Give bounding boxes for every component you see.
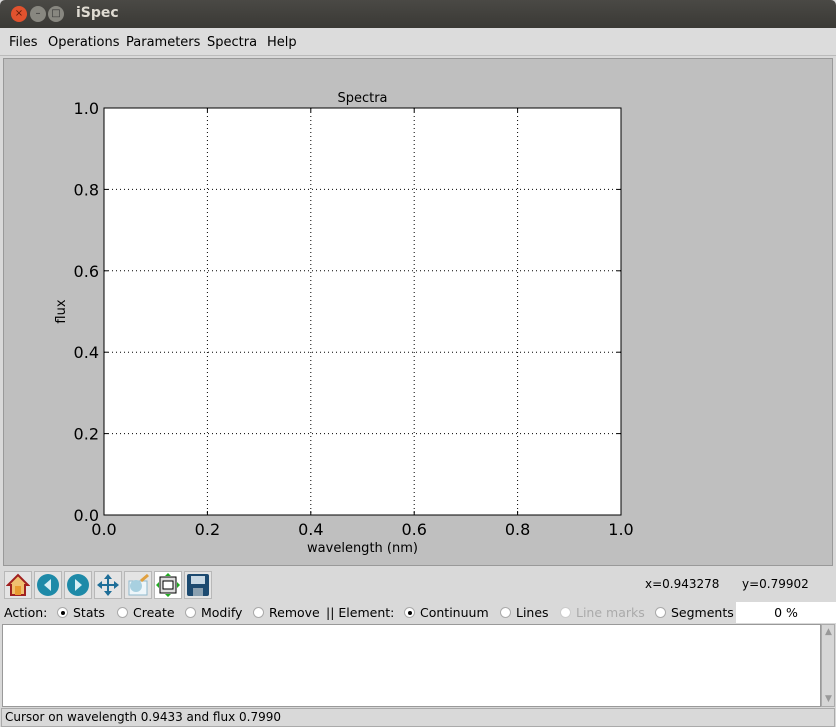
back-button[interactable]: [34, 571, 62, 599]
radio-remove[interactable]: [253, 607, 264, 618]
y-tick-label: 0.4: [74, 343, 99, 362]
x-tick-label: 1.0: [608, 520, 633, 539]
radio-modify[interactable]: [185, 607, 196, 618]
radio-stats[interactable]: [57, 607, 68, 618]
y-tick-label: 0.8: [74, 180, 99, 199]
radio-stats-label[interactable]: Stats: [73, 605, 105, 620]
radio-lines-label[interactable]: Lines: [516, 605, 549, 620]
home-button[interactable]: [4, 571, 32, 599]
menu-bar: Files Operations Parameters Spectra Help: [0, 28, 836, 56]
home-icon: [6, 573, 30, 596]
radio-create-label[interactable]: Create: [133, 605, 175, 620]
menu-parameters[interactable]: Parameters: [126, 35, 200, 50]
pan-icon: [97, 574, 119, 596]
radio-continuum-label[interactable]: Continuum: [420, 605, 489, 620]
forward-icon: [67, 574, 89, 596]
progress-indicator: 0 %: [736, 602, 836, 623]
y-tick-label: 0.6: [74, 262, 99, 281]
x-tick-label: 0.6: [401, 520, 426, 539]
plot-canvas[interactable]: 0.0 0.2 0.4 0.6 0.8 1.0 0.0 0.2 0.4 0.6 0.8 1.0 Spe…: [3, 58, 833, 566]
x-tick-label: 0.2: [195, 520, 220, 539]
close-button[interactable]: ×: [11, 6, 27, 22]
x-axis-label: wavelength (nm): [307, 541, 418, 556]
subplots-button[interactable]: [154, 571, 182, 599]
zoom-button[interactable]: [124, 571, 152, 599]
radio-lines[interactable]: [500, 607, 511, 618]
y-axis-label: flux: [54, 299, 69, 323]
window-title: iSpec: [76, 5, 119, 21]
minimize-button[interactable]: –: [30, 6, 46, 22]
cursor-x-readout: x=0.943278: [645, 577, 720, 591]
scroll-up-icon[interactable]: ▲: [823, 626, 834, 638]
action-row: Action: Stats Create Modify Remove || El…: [0, 602, 836, 623]
y-tick-label: 0.2: [74, 425, 99, 444]
chart-title: Spectra: [337, 91, 387, 106]
menu-operations[interactable]: Operations: [48, 35, 119, 50]
pan-button[interactable]: [94, 571, 122, 599]
radio-segments[interactable]: [655, 607, 666, 618]
save-icon: [187, 574, 209, 596]
log-scrollbar[interactable]: ▲ ▼: [821, 624, 835, 707]
status-bar: Cursor on wavelength 0.9433 and flux 0.7…: [1, 708, 835, 727]
forward-button[interactable]: [64, 571, 92, 599]
maximize-button[interactable]: □: [48, 6, 64, 22]
y-tick-label: 1.0: [74, 99, 99, 118]
radio-continuum[interactable]: [404, 607, 415, 618]
subplots-icon: [156, 573, 180, 597]
cursor-y-readout: y=0.79902: [742, 577, 809, 591]
radio-line-marks: [560, 607, 571, 618]
action-label: Action:: [4, 605, 48, 620]
menu-files[interactable]: Files: [9, 35, 38, 50]
save-button[interactable]: [184, 571, 212, 599]
x-tick-label: 0.4: [298, 520, 323, 539]
scroll-down-icon[interactable]: ▼: [823, 693, 834, 705]
log-text-area[interactable]: [2, 624, 821, 707]
status-text: Cursor on wavelength 0.9433 and flux 0.7…: [5, 710, 281, 724]
radio-create[interactable]: [117, 607, 128, 618]
menu-help[interactable]: Help: [267, 35, 297, 50]
plot-area[interactable]: [103, 107, 622, 516]
x-tick-label: 0.8: [505, 520, 530, 539]
y-tick-label: 0.0: [74, 506, 99, 525]
element-label: || Element:: [326, 605, 395, 620]
radio-line-marks-label: Line marks: [576, 605, 645, 620]
zoom-icon: [128, 573, 149, 596]
back-icon: [37, 574, 59, 596]
radio-modify-label[interactable]: Modify: [201, 605, 242, 620]
chart[interactable]: 0.0 0.2 0.4 0.6 0.8 1.00.00.20.40.60.81.0 Spe…: [4, 59, 832, 565]
title-bar: × – □ iSpec: [0, 0, 836, 28]
menu-spectra[interactable]: Spectra: [207, 35, 257, 50]
radio-remove-label[interactable]: Remove: [269, 605, 320, 620]
radio-segments-label[interactable]: Segments: [671, 605, 734, 620]
